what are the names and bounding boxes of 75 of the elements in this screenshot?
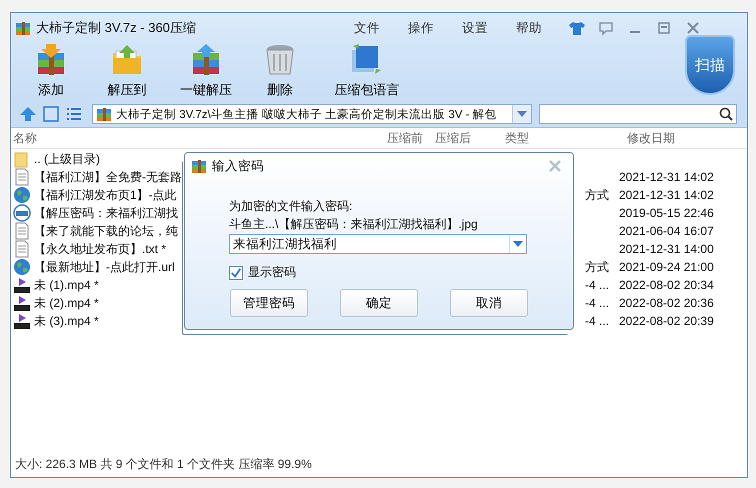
- file-name[interactable]: 【来了就能下载的论坛，纯: [34, 222, 178, 240]
- search-field[interactable]: [539, 104, 737, 124]
- column-header[interactable]: 名称: [11, 130, 385, 146]
- caret-icon: [517, 111, 527, 117]
- modified-date: 2021-12-31 14:00: [619, 242, 714, 256]
- menu-item[interactable]: 设置: [462, 20, 488, 36]
- file-type: -4 ...: [584, 278, 609, 292]
- file-name[interactable]: 【最新地址】-点此打开.url: [34, 258, 175, 276]
- video-file-icon: [13, 312, 31, 330]
- menu-item[interactable]: 文件: [354, 20, 380, 36]
- video-file-icon: [13, 294, 31, 312]
- toolbar-button[interactable]: 解压到: [95, 43, 159, 101]
- file-name[interactable]: 【解压密码：来福利江湖找: [34, 204, 178, 222]
- modified-date: 2021-06-04 16:07: [619, 224, 714, 238]
- globe-icon: [13, 186, 31, 204]
- document-icon: [13, 168, 31, 186]
- file-name[interactable]: 【福利江湖发布页1】-点此: [34, 186, 177, 204]
- toolbar-button[interactable]: 删除: [248, 43, 312, 101]
- toolbar-button[interactable]: 压缩包语言: [327, 43, 407, 101]
- column-header[interactable]: 压缩前: [385, 130, 433, 146]
- status-text: 大小: 226.3 MB 共 9 个文件和 1 个文件夹 压缩率 99.9%: [15, 456, 312, 472]
- column-header[interactable]: 修改日期: [625, 130, 675, 146]
- archive-icon: [15, 20, 31, 36]
- modified-date: 2021-12-31 14:02: [619, 188, 714, 202]
- prompt-text: 为加密的文件输入密码:: [229, 198, 354, 215]
- menu-item[interactable]: 操作: [408, 20, 434, 36]
- modified-date: 2019-05-15 22:46: [619, 206, 714, 220]
- close-icon[interactable]: [547, 158, 563, 174]
- document-icon: [13, 222, 31, 240]
- address-field[interactable]: 大柿子定制 3V.7z\斗鱼主播 啵啵大柿子 土豪高价定制未流出版 3V - 解包: [92, 104, 532, 124]
- caret-icon: [513, 241, 523, 247]
- checkbox-label: 显示密码: [248, 264, 296, 281]
- globe-icon: [13, 258, 31, 276]
- file-name[interactable]: 【永久地址发布页】.txt *: [34, 240, 166, 258]
- file-type: -4 ...: [584, 314, 609, 328]
- folder-icon: [110, 43, 144, 75]
- column-header[interactable]: 压缩后: [433, 130, 503, 146]
- file-name[interactable]: 未 (3).mp4 *: [34, 312, 99, 330]
- file-type: 方式: [585, 186, 609, 204]
- file-path: 斗鱼主...\【解压密码：来福利江湖找福利】.jpg: [229, 216, 479, 233]
- window-title: 大柿子定制 3V.7z - 360压缩: [36, 19, 196, 37]
- toolbar-button[interactable]: 添加: [19, 43, 83, 101]
- dialog-button[interactable]: 确定: [340, 289, 418, 317]
- shirt-icon[interactable]: [568, 20, 586, 36]
- file-name[interactable]: 未 (1).mp4 *: [34, 276, 99, 294]
- file-name[interactable]: 未 (2).mp4 *: [34, 294, 99, 312]
- modified-date: 2022-08-02 20:39: [619, 314, 714, 328]
- list-view-icon[interactable]: [65, 105, 83, 123]
- up-arrow-icon[interactable]: [19, 105, 37, 123]
- modified-date: 2021-12-31 14:02: [619, 170, 714, 184]
- dialog-button[interactable]: 管理密码: [230, 289, 308, 317]
- file-name[interactable]: .. (上级目录): [34, 150, 100, 168]
- dialog-button[interactable]: 取消: [450, 289, 528, 317]
- scan-button[interactable]: 扫描: [685, 35, 735, 95]
- checkbox[interactable]: [229, 266, 243, 280]
- column-header[interactable]: 类型: [503, 130, 625, 146]
- feedback-icon[interactable]: [596, 20, 615, 36]
- password-field[interactable]: 来福利江湖找福利: [229, 234, 527, 254]
- modified-date: 2022-08-02 20:36: [619, 296, 714, 310]
- thumbnail-view-icon[interactable]: [42, 105, 60, 123]
- modified-date: 2021-09-24 21:00: [619, 260, 714, 274]
- archive-icon: [191, 158, 207, 174]
- dropdown-button[interactable]: [509, 235, 526, 253]
- dialog-title: 输入密码: [212, 158, 265, 174]
- search-icon: [719, 107, 733, 121]
- file-name[interactable]: 【福利江湖】全免费-无套路: [34, 168, 182, 186]
- dropdown-button[interactable]: [512, 105, 531, 123]
- archive-icon: [96, 106, 112, 122]
- document-icon: [13, 240, 31, 258]
- file-type: 方式: [585, 258, 609, 276]
- toolbar-button[interactable]: 一键解压: [174, 43, 238, 101]
- modified-date: 2022-08-02 20:34: [619, 278, 714, 292]
- video-file-icon: [13, 276, 31, 294]
- menu-item[interactable]: 帮助: [516, 20, 542, 36]
- file-type: -4 ...: [584, 296, 609, 310]
